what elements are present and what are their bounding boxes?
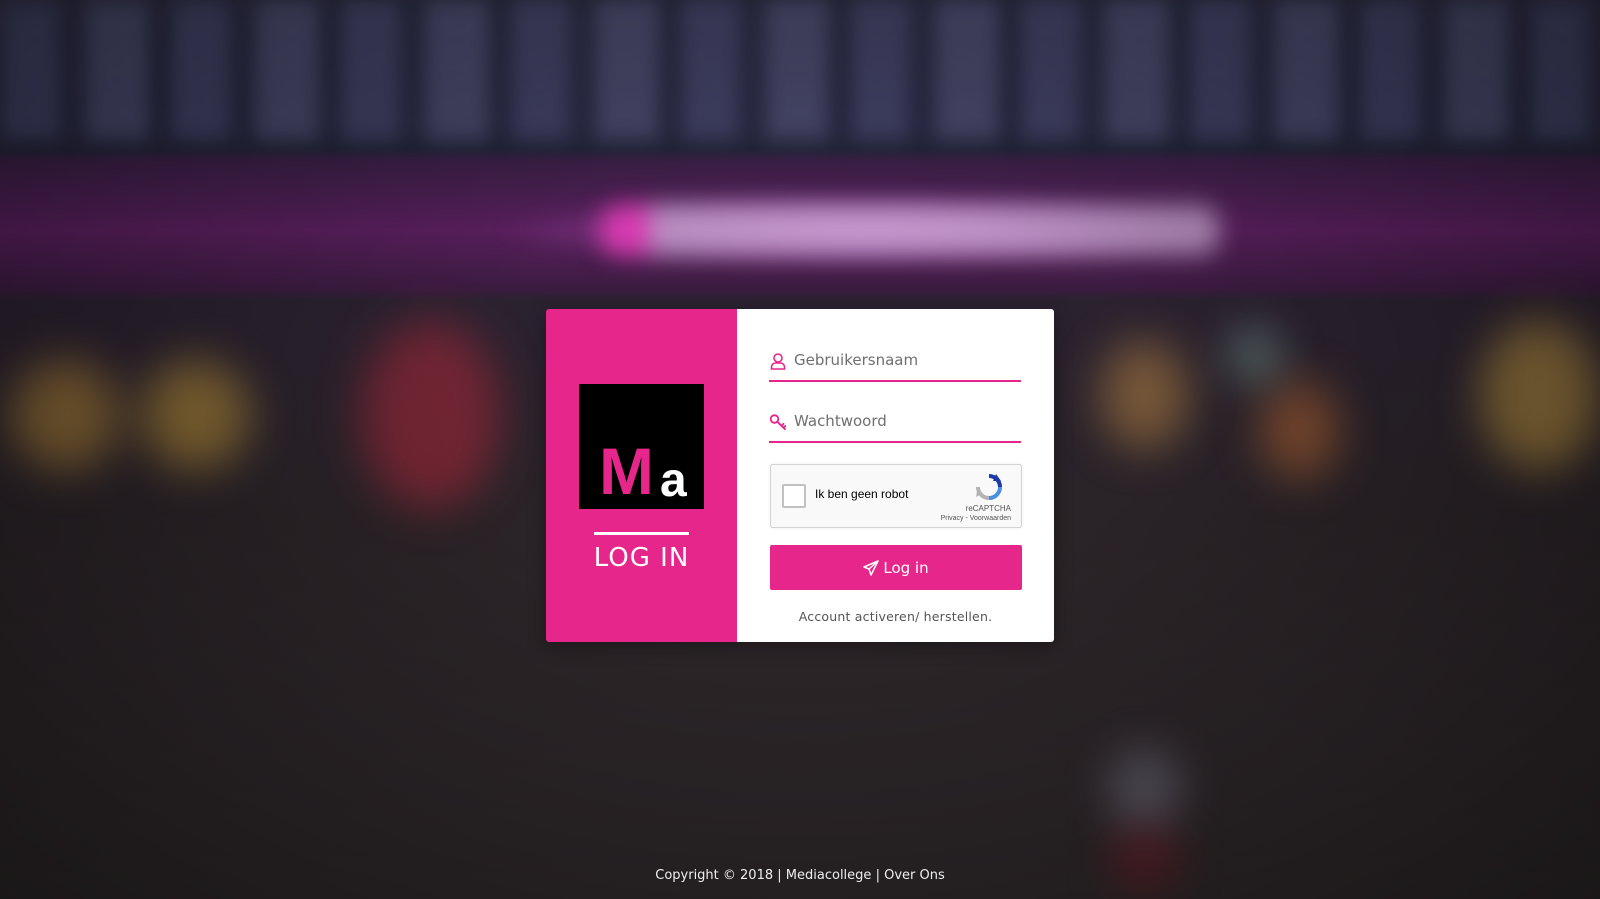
recaptcha-label: Ik ben geen robot bbox=[815, 487, 909, 501]
footer-link-mediacollege[interactable]: Mediacollege bbox=[786, 868, 872, 883]
recaptcha-widget: Ik ben geen robot reCAPTCHA Privacy - Vo… bbox=[770, 464, 1022, 528]
title-divider bbox=[594, 532, 689, 535]
login-brand-panel: M a LOG IN bbox=[546, 309, 737, 642]
login-card: M a LOG IN Ik ben geen robot bbox=[546, 309, 1054, 642]
footer-separator: | bbox=[777, 868, 782, 883]
password-field bbox=[769, 401, 1021, 443]
footer-link-over-ons[interactable]: Over Ons bbox=[884, 868, 945, 883]
username-input[interactable] bbox=[794, 346, 1014, 374]
mediacollege-logo: M a bbox=[579, 384, 704, 509]
recaptcha-checkbox[interactable] bbox=[782, 484, 806, 508]
login-form: Ik ben geen robot reCAPTCHA Privacy - Vo… bbox=[737, 309, 1054, 642]
footer: Copyright © 2018 | Mediacollege | Over O… bbox=[0, 868, 1600, 883]
paper-plane-icon bbox=[863, 559, 880, 576]
login-button[interactable]: Log in bbox=[770, 545, 1022, 590]
recaptcha-privacy-terms[interactable]: Privacy - Voorwaarden bbox=[941, 515, 1011, 522]
recaptcha-logo-icon bbox=[976, 474, 1002, 500]
user-icon bbox=[770, 353, 786, 370]
footer-separator: | bbox=[875, 868, 880, 883]
recaptcha-brand: reCAPTCHA bbox=[965, 504, 1011, 513]
login-button-label: Log in bbox=[883, 558, 929, 577]
password-input[interactable] bbox=[794, 407, 1014, 435]
login-title: LOG IN bbox=[593, 543, 690, 573]
logo-letter-a: a bbox=[660, 454, 687, 507]
username-field bbox=[769, 340, 1021, 382]
copyright-text: Copyright © 2018 bbox=[655, 868, 774, 883]
logo-letter-m: M bbox=[599, 434, 654, 508]
activate-account-link[interactable]: Account activeren/ herstellen. bbox=[737, 609, 1054, 624]
key-icon bbox=[769, 414, 787, 431]
